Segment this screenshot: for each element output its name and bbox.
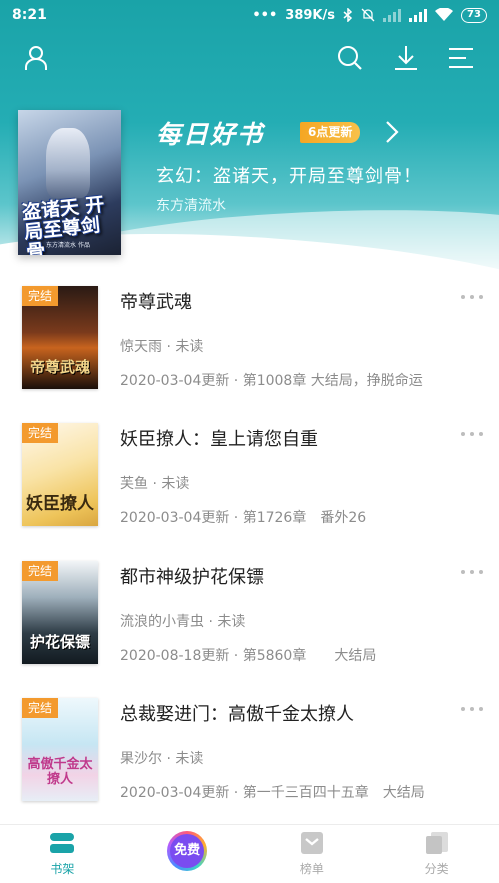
- bookshelf-icon: [48, 830, 76, 856]
- bottom-navigation: 书架 免费 榜单 分类: [0, 824, 499, 883]
- book-title[interactable]: 都市神级护花保镖: [120, 563, 264, 589]
- cellular-signal-icon: [409, 8, 427, 22]
- featured-book-cover[interactable]: 盗诸天 开局至尊剑骨 东方清流水 作品: [18, 110, 121, 255]
- more-options-icon[interactable]: [461, 429, 483, 439]
- nav-category[interactable]: 分类: [374, 825, 499, 883]
- nav-free[interactable]: 免费: [125, 825, 250, 883]
- daily-pick-banner[interactable]: 盗诸天 开局至尊剑骨 东方清流水 作品 每日好书 6点更新 玄幻：盗诸天，开局至…: [0, 100, 499, 260]
- book-cover[interactable]: 完结 护花保镖: [22, 561, 98, 664]
- featured-book-title[interactable]: 玄幻：盗诸天，开局至尊剑骨！: [156, 162, 422, 188]
- free-badge-label: 免费: [170, 834, 205, 868]
- wifi-icon: [435, 8, 453, 21]
- book-update-info: 2020-03-04更新 · 第一千三百四十五章 大结局: [120, 785, 425, 801]
- more-options-icon[interactable]: [461, 292, 483, 302]
- nav-label: 分类: [424, 862, 449, 876]
- completed-tag: 完结: [22, 561, 59, 581]
- book-update-info: 2020-03-04更新 · 第1726章 番外26: [120, 510, 367, 526]
- book-title[interactable]: 妖臣撩人：皇上请您自重: [120, 425, 318, 451]
- book-meta: 果沙尔 · 未读: [120, 751, 204, 767]
- book-title[interactable]: 帝尊武魂: [120, 288, 192, 314]
- bluetooth-icon: [343, 8, 353, 22]
- book-cover[interactable]: 完结 妖臣撩人: [22, 423, 98, 526]
- book-update-info: 2020-08-18更新 · 第5860章 大结局: [120, 648, 377, 664]
- book-update-info: 2020-03-04更新 · 第1008章 大结局，挣脱命运: [120, 373, 423, 389]
- list-item[interactable]: 完结 妖臣撩人 妖臣撩人：皇上请您自重 芙鱼 · 未读 2020-03-04更新…: [0, 409, 499, 539]
- top-bar: [0, 40, 499, 80]
- battery-indicator: 73: [461, 7, 487, 23]
- daily-pick-title: 每日好书: [156, 120, 265, 149]
- signal-dots-icon: •••: [252, 7, 278, 23]
- list-item[interactable]: 完结 护花保镖 都市神级护花保镖 流浪的小青虫 · 未读 2020-08-18更…: [0, 547, 499, 677]
- update-time-badge: 6点更新: [300, 122, 361, 143]
- book-cover[interactable]: 完结 帝尊武魂: [22, 286, 98, 389]
- book-title[interactable]: 总裁娶进门：高傲千金太撩人: [120, 700, 354, 726]
- user-icon[interactable]: [20, 42, 52, 74]
- book-meta: 芙鱼 · 未读: [120, 476, 190, 492]
- cover-author-art: 东方清流水 作品: [46, 242, 90, 249]
- list-item[interactable]: 完结 帝尊武魂 帝尊武魂 惊天雨 · 未读 2020-03-04更新 · 第10…: [0, 272, 499, 402]
- completed-tag: 完结: [22, 423, 59, 443]
- completed-tag: 完结: [22, 698, 59, 718]
- mute-bell-icon: [361, 8, 375, 22]
- book-meta: 惊天雨 · 未读: [120, 339, 204, 355]
- more-options-icon[interactable]: [461, 567, 483, 577]
- featured-book-author: 东方清流水: [156, 198, 226, 214]
- network-speed: 389K/s: [285, 7, 335, 23]
- download-icon[interactable]: [390, 42, 422, 74]
- completed-tag: 完结: [22, 286, 59, 306]
- free-badge-icon: 免费: [167, 831, 208, 871]
- book-meta: 流浪的小青虫 · 未读: [120, 614, 246, 630]
- status-bar: 8:21 ••• 389K/s 73: [0, 0, 499, 30]
- book-cover[interactable]: 完结 高傲千金太撩人: [22, 698, 98, 801]
- menu-icon[interactable]: [446, 42, 478, 74]
- list-item[interactable]: 完结 高傲千金太撩人 总裁娶进门：高傲千金太撩人 果沙尔 · 未读 2020-0…: [0, 684, 499, 814]
- cellular-signal-icon: [383, 8, 401, 22]
- search-icon[interactable]: [334, 42, 366, 74]
- ranking-icon: [298, 830, 326, 856]
- nav-bookshelf[interactable]: 书架: [0, 825, 125, 883]
- nav-label: 榜单: [299, 862, 324, 876]
- more-options-icon[interactable]: [461, 704, 483, 714]
- category-icon: [423, 830, 451, 856]
- status-time: 8:21: [12, 7, 47, 23]
- nav-ranking[interactable]: 榜单: [250, 825, 375, 883]
- nav-label: 书架: [50, 862, 75, 876]
- cover-illustration: [46, 128, 90, 198]
- chevron-right-icon[interactable]: [384, 120, 400, 148]
